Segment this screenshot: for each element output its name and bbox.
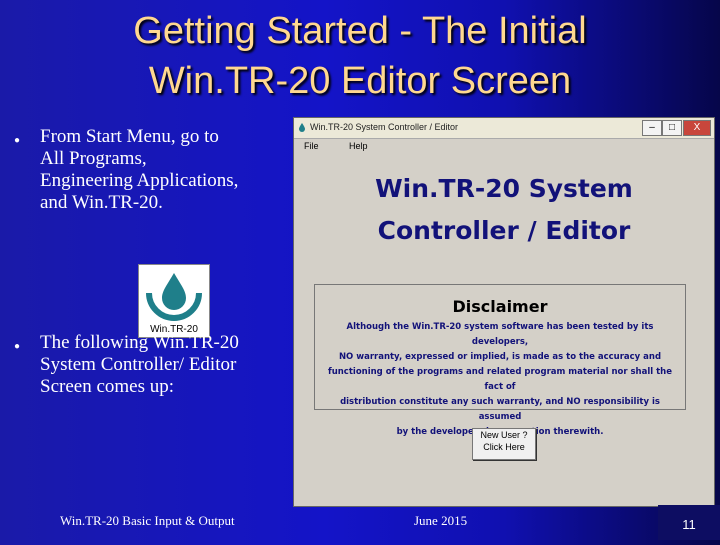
app-heading: Win.TR-20 System Controller / Editor bbox=[294, 168, 714, 252]
menu-bar: File Help bbox=[294, 139, 714, 155]
disclaimer-line: Although the Win.TR-20 system software h… bbox=[346, 322, 654, 347]
click-here-label: Click Here bbox=[483, 442, 525, 452]
wintr20-logo: Win.TR-20 bbox=[138, 264, 210, 338]
app-window: Win.TR-20 System Controller / Editor – □… bbox=[293, 117, 715, 507]
disclaimer-panel: Disclaimer Although the Win.TR-20 system… bbox=[314, 284, 686, 437]
close-button[interactable]: X bbox=[683, 120, 711, 136]
app-heading-line-2: Controller / Editor bbox=[377, 216, 631, 245]
menu-file[interactable]: File bbox=[304, 141, 319, 151]
app-heading-line-1: Win.TR-20 System bbox=[375, 174, 633, 203]
new-user-label: New User ? bbox=[480, 430, 528, 440]
bullet-text: The following Win.TR-20 System Controlle… bbox=[40, 332, 239, 397]
maximize-button[interactable]: □ bbox=[662, 120, 682, 136]
disclaimer-line: distribution constitute any such warrant… bbox=[340, 397, 660, 422]
disclaimer-text: Although the Win.TR-20 system software h… bbox=[315, 320, 685, 440]
title-line-1: Getting Started - The Initial bbox=[133, 10, 587, 52]
disclaimer-line: functioning of the programs and related … bbox=[328, 367, 672, 392]
disclaimer-line: NO warranty, expressed or implied, is ma… bbox=[338, 352, 662, 362]
footer-course: Win.TR-20 Basic Input & Output bbox=[60, 513, 235, 528]
menu-help[interactable]: Help bbox=[349, 141, 368, 151]
title-line-2: Win.TR-20 Editor Screen bbox=[148, 60, 572, 102]
bullet-dot-icon: ● bbox=[14, 341, 21, 352]
page-number: 11 bbox=[658, 505, 720, 540]
bullet-dot-icon: ● bbox=[14, 135, 21, 146]
drop-icon bbox=[299, 123, 305, 132]
slide-title: Getting Started - The Initial Win.TR-20 … bbox=[60, 6, 660, 106]
window-titlebar[interactable]: Win.TR-20 System Controller / Editor – □… bbox=[294, 118, 714, 139]
minimize-button[interactable]: – bbox=[642, 120, 662, 136]
water-drop-icon bbox=[146, 273, 202, 321]
window-title: Win.TR-20 System Controller / Editor bbox=[310, 122, 459, 132]
footer-date: June 2015 bbox=[414, 513, 468, 528]
bullet-text: From Start Menu, go to All Programs, Eng… bbox=[40, 126, 239, 213]
disclaimer-heading: Disclaimer bbox=[452, 297, 548, 316]
new-user-button[interactable]: New User ? Click Here bbox=[472, 428, 536, 460]
